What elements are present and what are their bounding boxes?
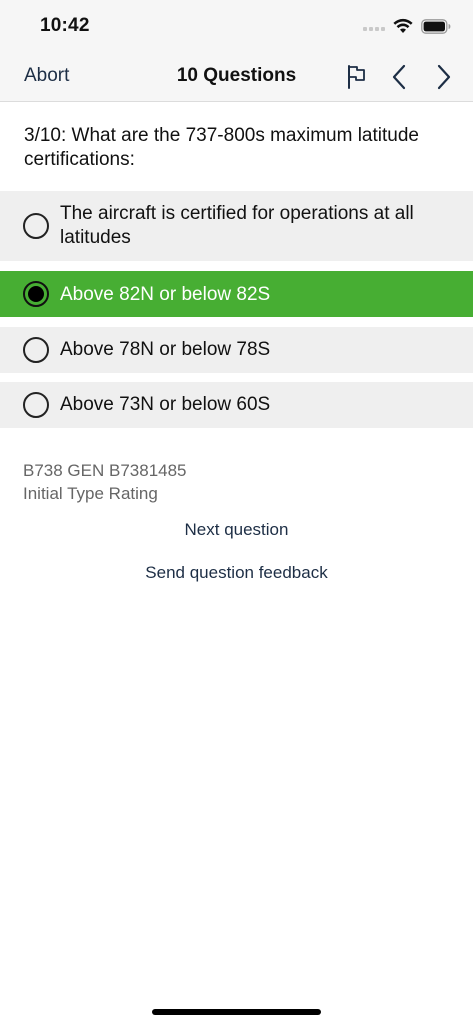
navigation-bar: Abort 10 Questions: [0, 52, 473, 102]
quiz-screen: 10:42 Abort 10 Questions 3/10: What are …: [0, 0, 473, 1024]
question-text: 3/10: What are the 737-800s maximum lati…: [24, 125, 419, 170]
send-feedback-button[interactable]: Send question feedback: [0, 562, 473, 584]
question-category: Initial Type Rating: [23, 484, 158, 503]
answer-label: Above 73N or below 60S: [60, 394, 271, 415]
answer-option-selected[interactable]: Above 82N or below 82S: [0, 271, 473, 317]
chevron-right-icon[interactable]: [434, 63, 454, 91]
flag-icon[interactable]: [346, 64, 368, 90]
radio-button[interactable]: [23, 392, 49, 418]
status-time: 10:42: [40, 15, 90, 36]
answer-option[interactable]: Above 73N or below 60S: [0, 382, 473, 428]
home-indicator[interactable]: [152, 1009, 321, 1015]
next-question-button[interactable]: Next question: [0, 519, 473, 541]
status-bar: 10:42: [0, 0, 473, 52]
answer-option[interactable]: Above 78N or below 78S: [0, 327, 473, 373]
status-icons: [363, 14, 451, 38]
cellular-signal-icon: [363, 21, 385, 31]
answer-option[interactable]: The aircraft is certified for operations…: [0, 191, 473, 261]
abort-button[interactable]: Abort: [24, 65, 69, 87]
radio-button[interactable]: [23, 337, 49, 363]
question-code: B738 GEN B7381485: [23, 461, 187, 480]
answer-label: Above 82N or below 82S: [60, 284, 271, 305]
wifi-icon: [393, 18, 413, 33]
radio-button-selected[interactable]: [23, 281, 49, 307]
answer-label: Above 78N or below 78S: [60, 339, 271, 360]
battery-icon: [421, 18, 451, 34]
radio-button[interactable]: [23, 213, 49, 239]
answer-label: The aircraft is certified for operations…: [60, 203, 414, 248]
chevron-left-icon[interactable]: [389, 63, 409, 91]
